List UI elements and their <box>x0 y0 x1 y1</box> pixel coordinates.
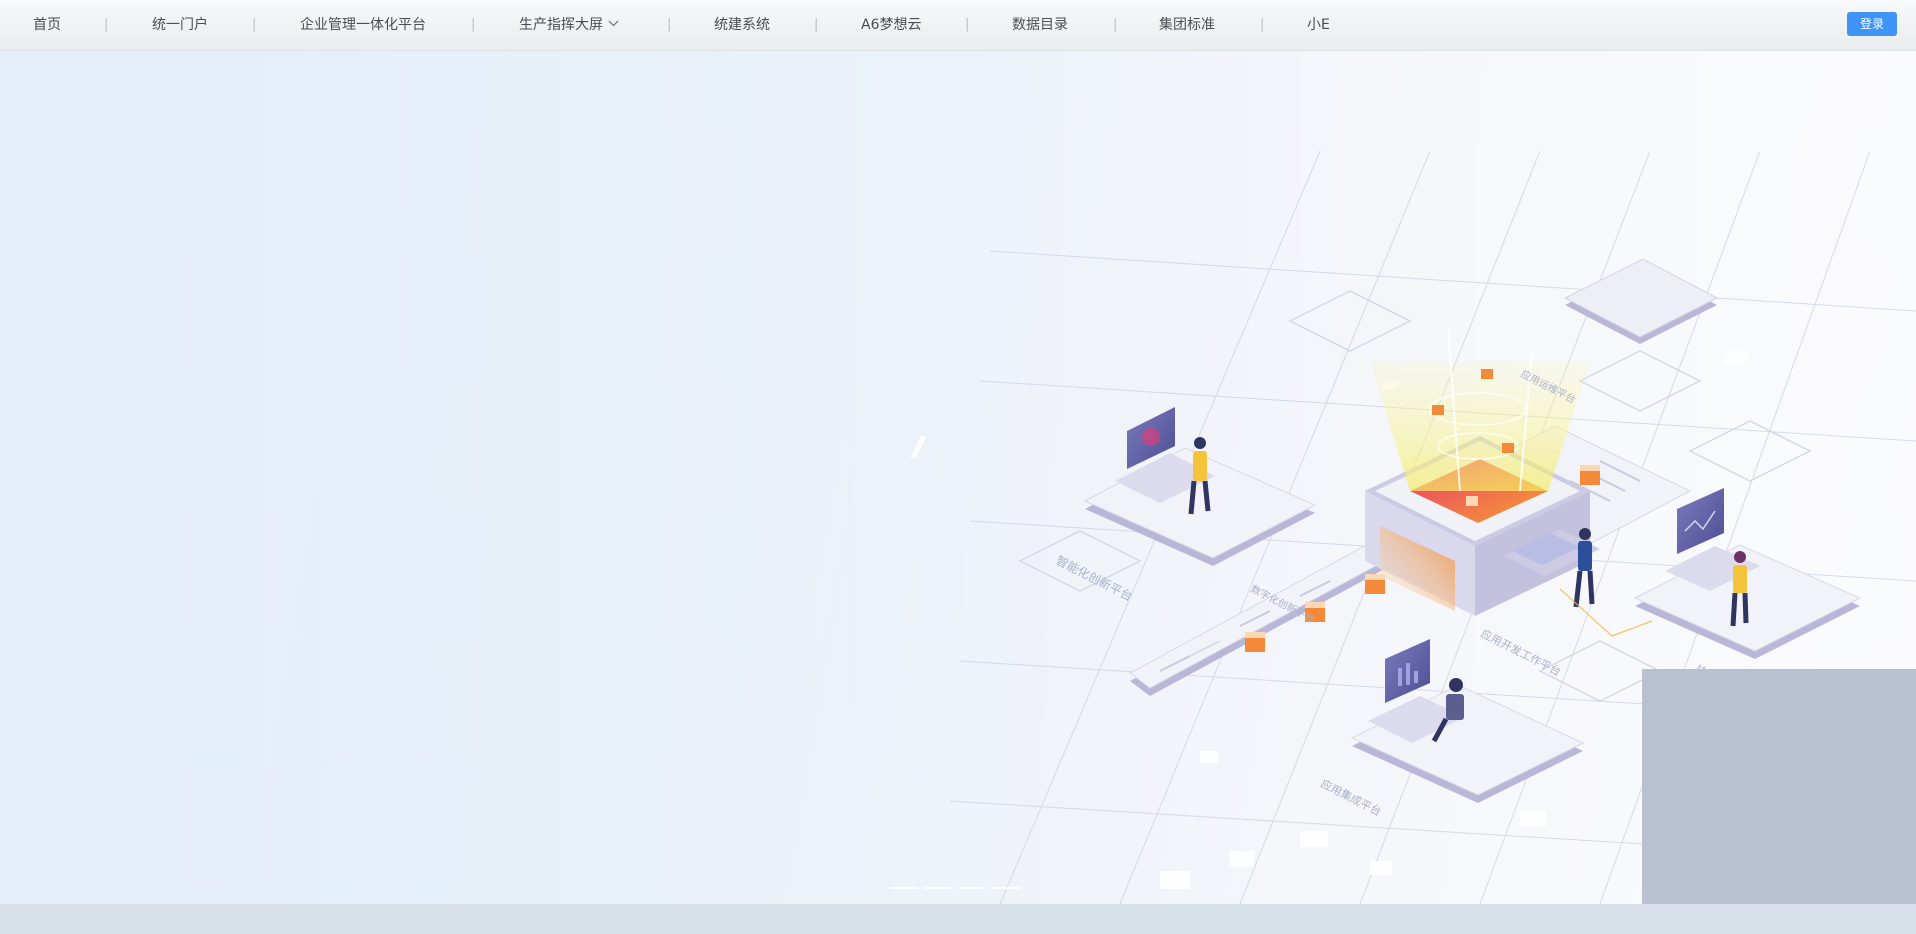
footer-strip <box>0 904 1916 934</box>
nav-item-group-standards[interactable]: 集团标准 <box>1159 0 1215 50</box>
hero-illustration: 智能化创新平台 应用运维平台 应用开发工作平台 应用集成平台 技术运营平台 数字… <box>0 51 1916 904</box>
carousel-dot[interactable] <box>924 887 952 889</box>
nav-separator: | <box>104 17 109 32</box>
nav-item-xiao-e[interactable]: 小E <box>1307 0 1330 50</box>
nav-separator: | <box>1260 17 1265 32</box>
carousel-indicators <box>890 887 1020 889</box>
carousel-dot[interactable] <box>890 887 918 889</box>
nav-separator: | <box>1113 17 1118 32</box>
nav-separator: | <box>252 17 257 32</box>
carousel-dot[interactable] <box>958 887 986 889</box>
nav-separator: | <box>471 17 476 32</box>
nav-separator: | <box>667 17 672 32</box>
carousel-dot[interactable] <box>992 887 1020 889</box>
nav-item-production-screen-label: 生产指挥大屏 <box>519 17 603 33</box>
nav-item-unified-portal[interactable]: 统一门户 <box>152 0 208 50</box>
nav-separator: | <box>965 17 970 32</box>
nav-item-a6-cloud[interactable]: A6梦想云 <box>861 0 921 50</box>
login-button[interactable]: 登录 <box>1847 12 1897 36</box>
hero-banner: 智能化创新平台 应用运维平台 应用开发工作平台 应用集成平台 技术运营平台 数字… <box>0 51 1916 904</box>
chevron-down-icon <box>608 20 619 26</box>
nav-item-enterprise-platform[interactable]: 企业管理一体化平台 <box>300 0 426 50</box>
nav-item-unified-systems[interactable]: 统建系统 <box>714 0 770 50</box>
gray-placeholder-panel <box>1642 669 1916 904</box>
nav-item-data-catalog[interactable]: 数据目录 <box>1012 0 1068 50</box>
nav-separator: | <box>814 17 819 32</box>
nav-item-production-screen[interactable]: 生产指挥大屏 <box>519 0 619 50</box>
top-navigation-bar: 首页 | 统一门户 | 企业管理一体化平台 | 生产指挥大屏 | 统建系统 | … <box>0 0 1916 51</box>
nav-item-home[interactable]: 首页 <box>33 0 61 50</box>
